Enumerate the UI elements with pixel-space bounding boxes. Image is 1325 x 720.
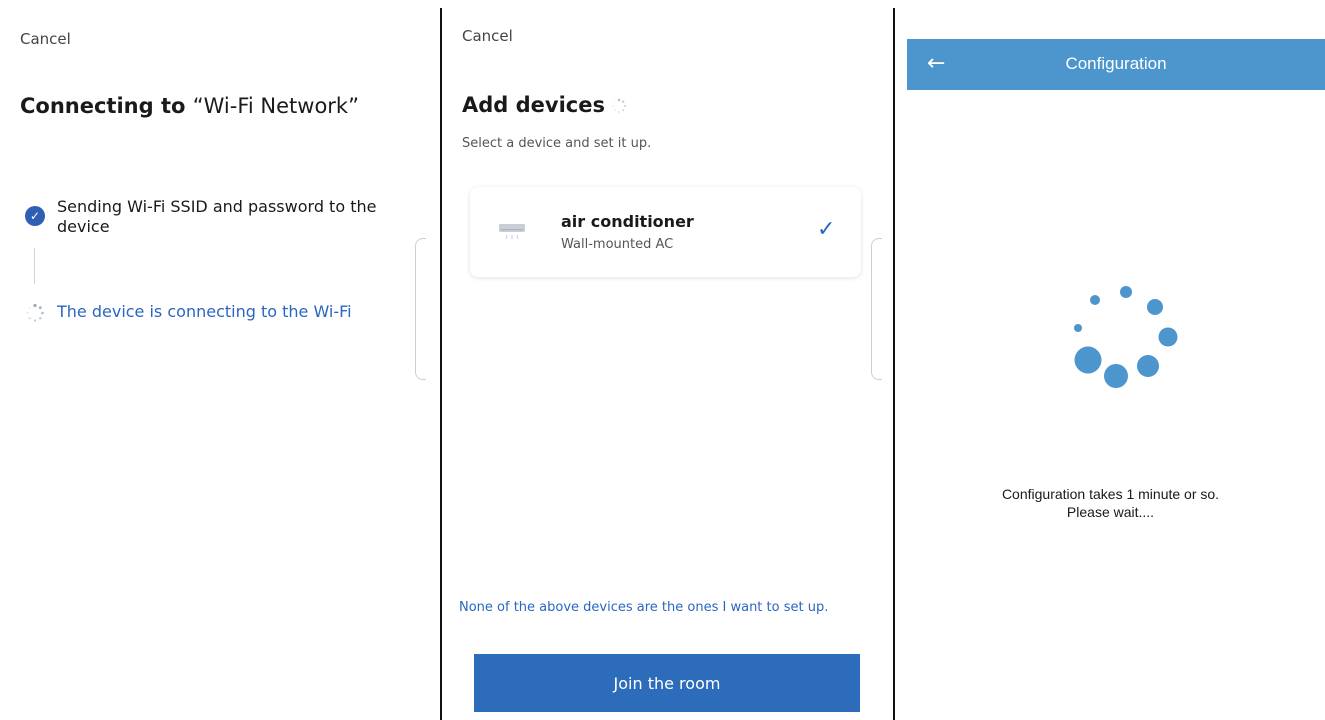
header-title: Configuration [1065, 54, 1167, 73]
cancel-button[interactable]: Cancel [462, 27, 513, 45]
step-connector-line [34, 248, 35, 284]
configuration-screen: ← Configuration Configuration takes 1 mi… [896, 0, 1325, 720]
page-subtitle: Select a device and set it up. [462, 136, 652, 151]
loading-spinner-icon [26, 303, 44, 322]
device-type: Wall-mounted AC [561, 237, 674, 252]
device-name: air conditioner [561, 212, 694, 231]
header-bar: ← Configuration [907, 39, 1325, 90]
edge-bracket [871, 238, 882, 380]
cancel-button[interactable]: Cancel [20, 30, 71, 48]
title-text: Add devices [462, 93, 605, 117]
selected-check-icon: ✓ [817, 217, 836, 242]
title-network-name: “Wi-Fi Network” [192, 94, 359, 118]
loading-dots-icon [1074, 286, 1178, 388]
device-card-air-conditioner[interactable]: air conditioner Wall-mounted AC ✓ [470, 187, 861, 277]
step-connecting-label: The device is connecting to the Wi-Fi [57, 302, 352, 321]
step-sending-label: Sending Wi-Fi SSID and password to the d… [57, 197, 377, 236]
wait-message: Configuration takes 1 minute or so. Plea… [896, 485, 1325, 521]
check-circle-icon: ✓ [25, 206, 45, 226]
join-room-button[interactable]: Join the room [474, 654, 860, 712]
air-conditioner-icon [499, 224, 525, 240]
add-devices-screen: Cancel Add devices Select a device and s… [443, 0, 893, 720]
loading-spinner-icon [612, 98, 627, 113]
edge-bracket [415, 238, 426, 380]
connecting-screen: Cancel Connecting to “Wi-Fi Network” ✓ S… [0, 0, 440, 720]
page-title: Connecting to “Wi-Fi Network” [20, 94, 359, 118]
none-of-above-link[interactable]: None of the above devices are the ones I… [459, 600, 828, 615]
panel-divider [893, 8, 895, 720]
wait-message-line2: Please wait.... [1066, 504, 1155, 520]
wait-message-line1: Configuration takes 1 minute or so. [1001, 486, 1220, 502]
page-title: Add devices [462, 93, 627, 117]
panel-divider [440, 8, 442, 720]
title-prefix: Connecting to [20, 94, 193, 118]
